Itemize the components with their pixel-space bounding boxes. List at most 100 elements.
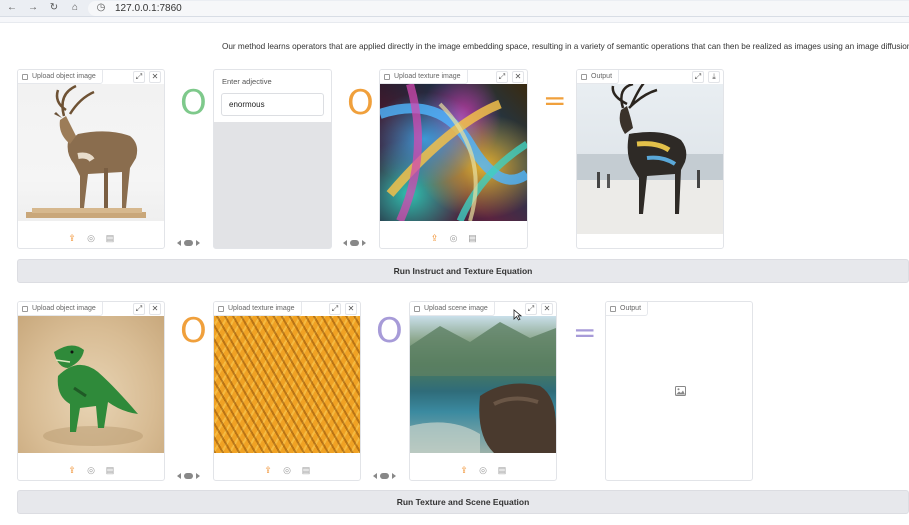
row2-output-label: Output	[606, 302, 649, 316]
row1-output-panel: Output ⤢ ⤓	[576, 69, 724, 249]
close-icon[interactable]: ✕	[149, 303, 161, 315]
row1-slider-2[interactable]	[343, 240, 366, 246]
webcam-icon[interactable]: ◎	[449, 233, 459, 243]
image-icon	[22, 73, 28, 80]
slider-right-icon	[196, 473, 200, 479]
image-icon	[22, 305, 28, 312]
mouse-cursor-icon	[513, 309, 522, 321]
slider-thumb[interactable]	[380, 473, 389, 479]
close-icon[interactable]: ✕	[541, 303, 553, 315]
row2-operator-2: O	[376, 311, 403, 351]
clipboard-icon[interactable]: ▤	[301, 465, 311, 475]
upload-icon[interactable]: ⇪	[67, 465, 77, 475]
row2-scene-image-panel[interactable]: Upload scene image ⤢ ✕ ⇪ ◎ ▤	[409, 301, 557, 481]
row1-texture-image-panel[interactable]: Upload texture image ⤢ ✕ ⇪ ◎ ▤	[379, 69, 528, 249]
expand-icon[interactable]: ⤢	[525, 303, 537, 315]
row1-object-label: Upload object image	[18, 70, 103, 84]
slider-right-icon	[362, 240, 366, 246]
row2-slider-1[interactable]	[177, 473, 200, 479]
clipboard-icon[interactable]: ▤	[105, 465, 115, 475]
row2-output-panel: Output	[605, 301, 753, 481]
slider-thumb[interactable]	[184, 473, 193, 479]
close-icon[interactable]: ✕	[149, 71, 161, 83]
reindeer-image	[18, 84, 164, 221]
run-texture-scene-button[interactable]: Run Texture and Scene Equation	[17, 490, 909, 514]
clipboard-icon[interactable]: ▤	[105, 233, 115, 243]
row1-object-label-text: Upload object image	[32, 73, 96, 80]
upload-icon[interactable]: ⇪	[430, 233, 440, 243]
row1-adjective-panel: Enter adjective enormous	[213, 69, 332, 249]
row2-scene-corner-buttons: ⤢ ✕	[525, 302, 553, 316]
run-instruct-texture-button[interactable]: Run Instruct and Texture Equation	[17, 259, 909, 283]
swirl-texture-image	[380, 84, 527, 221]
row1-output-label-text: Output	[591, 73, 613, 80]
slider-left-icon	[177, 240, 181, 246]
row2-texture-image-panel[interactable]: Upload texture image ⤢ ✕ ⇪ ◎ ▤	[213, 301, 361, 481]
expand-icon[interactable]: ⤢	[329, 303, 341, 315]
reload-icon[interactable]: ↻	[48, 2, 60, 14]
row1-texture-toolbar: ⇪ ◎ ▤	[380, 229, 527, 247]
slider-left-icon	[343, 240, 347, 246]
site-info-icon[interactable]: ◷	[95, 2, 107, 14]
row1-operator-1: O	[180, 83, 207, 123]
expand-icon[interactable]: ⤢	[692, 71, 704, 83]
app-root: ← → ↻ ⌂ ◷ 127.0.0.1:7860 Our method lear…	[0, 0, 909, 525]
row1-texture-label-text: Upload texture image	[394, 73, 461, 80]
home-icon[interactable]: ⌂	[69, 2, 81, 14]
row2-scene-label: Upload scene image	[410, 302, 495, 316]
row1-object-corner-buttons: ⤢ ✕	[133, 70, 161, 84]
image-icon	[384, 73, 390, 80]
slider-left-icon	[177, 473, 181, 479]
upload-icon[interactable]: ⇪	[67, 233, 77, 243]
expand-icon[interactable]: ⤢	[496, 71, 508, 83]
row2-texture-label: Upload texture image	[214, 302, 302, 316]
address-bar[interactable]	[88, 1, 909, 16]
output-deer-image	[577, 84, 723, 234]
lake-scene-image	[410, 316, 556, 453]
row2-operator-1: O	[180, 311, 207, 351]
url-text: 127.0.0.1:7860	[115, 3, 182, 14]
image-placeholder-icon	[675, 386, 686, 396]
clipboard-icon[interactable]: ▤	[497, 465, 507, 475]
row2-texture-corner-buttons: ⤢ ✕	[329, 302, 357, 316]
forward-icon[interactable]: →	[27, 2, 39, 14]
row2-object-image-panel[interactable]: Upload object image ⤢ ✕ ⇪ ◎ ▤	[17, 301, 165, 481]
row2-object-label-text: Upload object image	[32, 305, 96, 312]
webcam-icon[interactable]: ◎	[282, 465, 292, 475]
slider-left-icon	[373, 473, 377, 479]
row1-texture-corner-buttons: ⤢ ✕	[496, 70, 524, 84]
back-icon[interactable]: ←	[6, 2, 18, 14]
close-icon[interactable]: ✕	[345, 303, 357, 315]
row2-equals: =	[573, 316, 597, 349]
slider-thumb[interactable]	[350, 240, 359, 246]
row1-equals: =	[543, 84, 567, 117]
clipboard-icon[interactable]: ▤	[468, 233, 478, 243]
upload-icon[interactable]: ⇪	[459, 465, 469, 475]
download-icon[interactable]: ⤓	[708, 71, 720, 83]
adjective-label: Enter adjective	[222, 77, 272, 86]
image-icon	[581, 73, 587, 80]
expand-icon[interactable]: ⤢	[133, 71, 145, 83]
image-icon	[610, 305, 616, 312]
dinosaur-image	[18, 316, 164, 453]
webcam-icon[interactable]: ◎	[86, 233, 96, 243]
slider-right-icon	[196, 240, 200, 246]
row1-texture-label: Upload texture image	[380, 70, 468, 84]
row1-output-corner-buttons: ⤢ ⤓	[692, 70, 720, 84]
webcam-icon[interactable]: ◎	[86, 465, 96, 475]
knit-texture-image	[214, 316, 360, 453]
expand-icon[interactable]: ⤢	[133, 303, 145, 315]
webcam-icon[interactable]: ◎	[478, 465, 488, 475]
upload-icon[interactable]: ⇪	[263, 465, 273, 475]
row2-texture-label-text: Upload texture image	[228, 305, 295, 312]
row2-scene-label-text: Upload scene image	[424, 305, 488, 312]
page-top-strip	[0, 17, 909, 23]
image-icon	[414, 305, 420, 312]
slider-right-icon	[392, 473, 396, 479]
slider-thumb[interactable]	[184, 240, 193, 246]
row2-slider-2[interactable]	[373, 473, 396, 479]
adjective-input[interactable]: enormous	[221, 93, 324, 116]
row1-object-image-panel[interactable]: Upload object image ⤢ ✕ ⇪ ◎ ▤	[17, 69, 165, 249]
close-icon[interactable]: ✕	[512, 71, 524, 83]
row1-slider-1[interactable]	[177, 240, 200, 246]
